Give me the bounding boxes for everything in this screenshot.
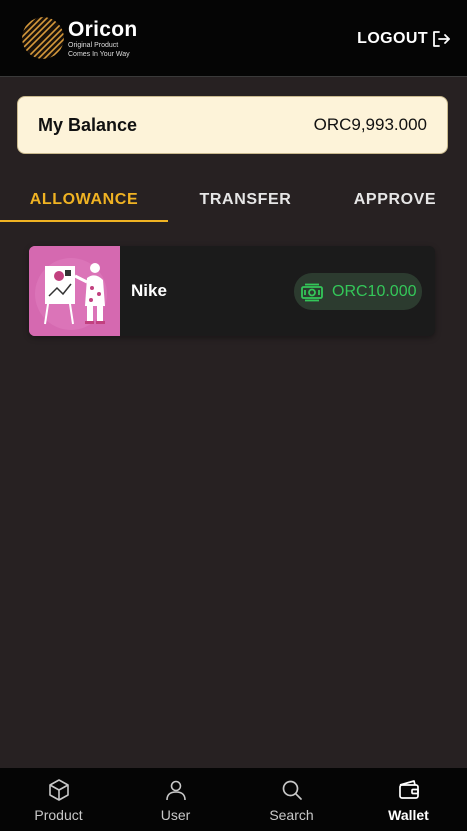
balance-label: My Balance bbox=[38, 114, 138, 135]
tab-allowance[interactable]: ALLOWANCE bbox=[0, 176, 168, 223]
balance-value: ORC9,993.000 bbox=[313, 115, 427, 134]
nav-wallet[interactable]: Wallet bbox=[350, 768, 467, 831]
spender-thumbnail bbox=[29, 246, 120, 336]
logout-icon bbox=[433, 31, 450, 47]
tab-approve[interactable]: APPROVE bbox=[323, 176, 467, 223]
nav-product-label: Product bbox=[34, 807, 83, 823]
logout-button[interactable]: LOGOUT bbox=[357, 30, 451, 48]
user-icon bbox=[165, 780, 186, 801]
nav-wallet-label: Wallet bbox=[388, 807, 429, 823]
search-icon bbox=[282, 780, 302, 800]
allowance-amount-badge: ORC10.000 bbox=[294, 273, 422, 310]
nav-product[interactable]: Product bbox=[0, 768, 117, 831]
wallet-icon bbox=[398, 780, 419, 799]
nav-search-label: Search bbox=[269, 807, 314, 823]
cube-icon bbox=[48, 779, 69, 801]
bottom-navigation: Product User Search Wallet bbox=[0, 768, 467, 831]
wallet-tabs: ALLOWANCE TRANSFER APPROVE bbox=[0, 176, 467, 223]
tab-transfer[interactable]: TRANSFER bbox=[168, 176, 323, 223]
nav-user[interactable]: User bbox=[117, 768, 234, 831]
balance-card: My Balance ORC9,993.000 bbox=[17, 96, 448, 154]
logout-label: LOGOUT bbox=[357, 30, 428, 47]
brand-logo[interactable]: Oricon Original Product Comes In Your Wa… bbox=[22, 17, 137, 59]
nav-search[interactable]: Search bbox=[233, 768, 350, 831]
logo-mark-icon bbox=[22, 17, 64, 59]
logo-text: Oricon Original Product Comes In Your Wa… bbox=[68, 17, 137, 59]
active-tab-indicator bbox=[0, 220, 168, 222]
spender-name: Nike bbox=[131, 281, 167, 300]
allowance-card[interactable]: Nike ORC10.000 bbox=[29, 246, 435, 336]
allowance-amount: ORC10.000 bbox=[332, 282, 417, 300]
cash-icon bbox=[301, 283, 323, 301]
nav-user-label: User bbox=[160, 807, 191, 823]
top-bar: Oricon Original Product Comes In Your Wa… bbox=[0, 0, 467, 77]
brand-tagline-2: Comes In Your Way bbox=[68, 51, 130, 58]
brand-tagline-1: Original Product bbox=[68, 42, 119, 49]
brand-name: Oricon bbox=[68, 18, 138, 41]
